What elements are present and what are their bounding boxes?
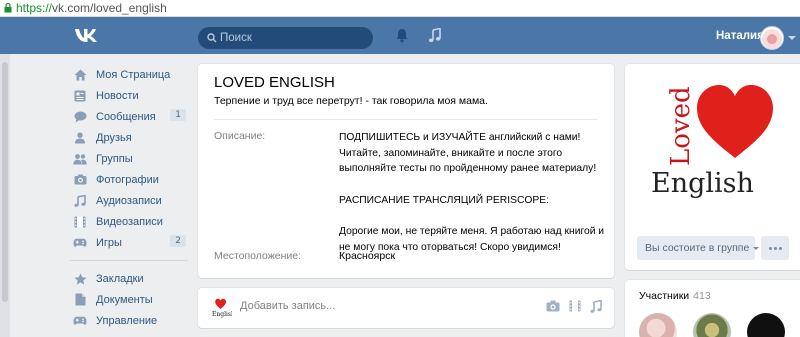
scrollbar-thumb[interactable]	[2, 62, 8, 302]
messages-count-badge: 1	[170, 109, 186, 121]
description-line: РАСПИСАНИЕ ТРАНСЛЯЦИЙ PERISCOPE:	[339, 194, 549, 206]
browser-address-bar[interactable]: https://vk.com/loved_english	[0, 0, 800, 17]
menu-item-bookmarks[interactable]: Закладки	[70, 268, 190, 289]
menu-item-my-page[interactable]: Моя Страница	[70, 64, 190, 85]
description-line: Читайте, запоминайте, вникайте и после э…	[339, 147, 563, 159]
menu-item-documents[interactable]: Документы	[70, 289, 190, 310]
search-input[interactable]	[220, 27, 365, 49]
camera-icon[interactable]	[546, 300, 560, 312]
top-header: Наталия	[0, 17, 800, 54]
chevron-down-icon[interactable]	[788, 36, 796, 40]
member-avatar[interactable]	[693, 313, 731, 337]
vk-logo-icon[interactable]	[74, 28, 99, 43]
menu-divider	[70, 260, 188, 261]
user-avatar[interactable]	[760, 26, 784, 50]
joined-dropdown-button[interactable]: Вы состоите в группе	[637, 236, 760, 260]
description-line	[339, 209, 601, 225]
menu-item-games[interactable]: Игры 2	[70, 232, 190, 253]
lock-icon	[4, 3, 12, 13]
heart-icon	[697, 85, 773, 158]
group-description: ПОДПИШИТЕСЬ и ИЗУЧАЙТЕ английский с нами…	[339, 130, 605, 256]
chevron-down-icon	[753, 246, 760, 250]
music-icon[interactable]	[590, 300, 602, 313]
group-info-card: LOVED ENGLISH Терпение и труд все перетр…	[198, 64, 614, 278]
camera-icon	[74, 174, 86, 185]
group-avatar-mini: English	[212, 298, 232, 318]
url-text: https://vk.com/loved_english	[16, 1, 167, 15]
bell-icon[interactable]	[395, 28, 409, 43]
music-note-icon[interactable]	[428, 28, 442, 43]
description-line: выполняйте тесты по пройденному ранее ма…	[339, 163, 597, 175]
games-count-badge: 2	[170, 235, 186, 247]
location-label: Местоположение:	[214, 250, 302, 262]
music-icon	[74, 194, 86, 207]
search-icon	[207, 33, 217, 43]
friend-icon	[74, 132, 86, 143]
group-avatar-card: Loved English Вы состоите в группе	[625, 64, 800, 270]
post-composer[interactable]: English Добавить запись...	[198, 288, 614, 328]
document-icon	[75, 293, 85, 306]
menu-item-messages[interactable]: Сообщения 1	[70, 106, 190, 127]
more-actions-button[interactable]	[761, 236, 789, 260]
composer-attachments	[546, 300, 602, 313]
description-line	[339, 177, 601, 193]
menu-item-manage[interactable]: Управление	[70, 310, 190, 331]
loved-english-logo[interactable]: Loved English	[645, 70, 785, 220]
logo-word-english: English	[651, 168, 754, 199]
member-avatar[interactable]	[747, 313, 785, 337]
news-icon	[74, 90, 86, 101]
members-count: 413	[693, 290, 711, 302]
post-input[interactable]: Добавить запись...	[240, 300, 335, 312]
star-icon	[74, 273, 86, 285]
messages-icon	[74, 111, 86, 122]
menu-item-video[interactable]: Видеозаписи	[70, 211, 190, 232]
search-box[interactable]	[198, 27, 373, 49]
divider	[214, 119, 598, 120]
menu-item-photos[interactable]: Фотографии	[70, 169, 190, 190]
menu-item-news[interactable]: Новости	[70, 85, 190, 106]
home-icon	[74, 69, 86, 80]
svg-text:English: English	[212, 311, 232, 318]
menu-item-groups[interactable]: Группы	[70, 148, 190, 169]
gamepad-icon	[73, 238, 87, 247]
groups-icon	[73, 153, 87, 164]
members-card: Участники 413	[625, 280, 800, 337]
description-line: ПОДПИШИТЕСЬ и ИЗУЧАЙТЕ английский с нами…	[339, 132, 581, 143]
logo-word-loved: Loved	[666, 86, 696, 166]
description-line: Дорогие мои, не теряйте меня. Я работаю …	[339, 226, 605, 238]
page-title: LOVED ENGLISH	[214, 74, 335, 91]
location-value[interactable]: Красноярск	[339, 250, 395, 262]
video-icon	[74, 216, 86, 227]
left-menu: Моя Страница Новости Сообщения 1 Друзья …	[70, 64, 190, 331]
group-status[interactable]: Терпение и труд все перетрут! - так гово…	[214, 95, 488, 107]
menu-item-audio[interactable]: Аудиозаписи	[70, 190, 190, 211]
user-name[interactable]: Наталия	[716, 30, 764, 42]
member-avatar[interactable]	[639, 313, 677, 337]
page-scrollbar[interactable]	[0, 54, 10, 337]
description-label: Описание:	[214, 130, 266, 142]
joined-label: Вы состоите в группе	[645, 242, 750, 254]
gamepad-icon	[73, 316, 87, 325]
members-title[interactable]: Участники 413	[639, 290, 711, 302]
menu-item-friends[interactable]: Друзья	[70, 127, 190, 148]
video-icon[interactable]	[569, 300, 581, 312]
